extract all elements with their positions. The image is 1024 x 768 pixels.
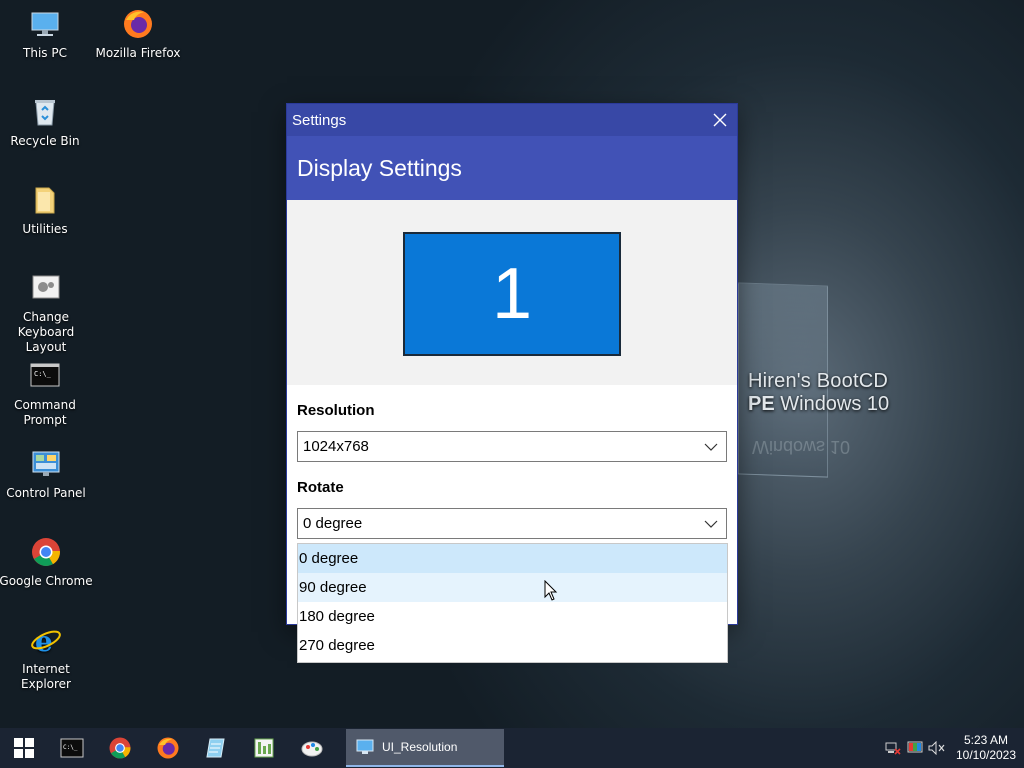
clock-date: 10/10/2023 [955,748,1017,762]
watermark-line2: PE Windows 10 [748,393,890,415]
resolution-select[interactable]: 1024x768 [297,431,727,462]
taskbar: C:\_ UI_Resolution 5:23 AM 10/10/2023 [0,728,1024,768]
rotate-value: 0 degree [303,515,363,532]
taskbar-firefox[interactable] [144,728,192,768]
svg-text:C:\_: C:\_ [63,744,78,751]
active-app-label: UI_Resolution [382,740,458,754]
internet-explorer-icon: e [31,625,61,656]
chrome-icon [109,737,131,759]
tray-display[interactable] [904,728,926,768]
rotate-option-270[interactable]: 270 degree [298,631,727,660]
network-disconnected-icon [885,742,901,755]
resolution-value: 1024x768 [303,438,369,455]
desktop-icon-label: Utilities [22,222,68,236]
taskbar-paint[interactable] [288,728,336,768]
desktop-icon-label: Recycle Bin [10,134,80,148]
rotate-option-0[interactable]: 0 degree [298,544,727,573]
mouse-cursor-icon [544,580,558,601]
spreadsheet-icon [254,738,274,758]
desktop-icon-this-pc[interactable]: This PC [0,8,93,61]
desktop-icon-keyboard-layout[interactable]: Change Keyboard Layout [0,272,94,355]
svg-text:e: e [35,625,53,656]
page-header: Display Settings [287,136,737,200]
resolution-label: Resolution [297,402,375,419]
chrome-icon [32,538,60,566]
recycle-bin-icon [35,100,55,126]
volume-muted-icon [928,741,945,755]
rotate-dropdown-list: 0 degree 90 degree 180 degree 270 degree [297,543,728,663]
desktop-icon-utilities[interactable]: Utilities [0,184,93,237]
desktop-icon-label: This PC [23,46,67,60]
folder-icon [35,187,55,214]
chevron-down-icon [704,520,718,528]
display-preview: 1 [287,200,737,385]
watermark-reflection: Windows 10 [752,437,851,457]
desktop-icon-chrome[interactable]: Google Chrome [0,536,94,589]
desktop-icon-label: Control Panel [6,486,86,500]
command-prompt-icon: C:\_ [60,738,84,758]
control-panel-icon [32,451,60,476]
color-display-icon [907,741,923,753]
chevron-down-icon [704,443,718,451]
desktop-icon-label: Internet Explorer [21,662,71,691]
rotate-label: Rotate [297,479,344,496]
desktop-icon-control-panel[interactable]: Control Panel [0,448,94,501]
paint-icon [301,741,323,757]
taskbar-clock[interactable]: 5:23 AM 10/10/2023 [948,733,1024,763]
tray-volume[interactable] [926,728,948,768]
command-prompt-icon: C:\_ [30,363,60,387]
desktop-icon-label: Change Keyboard Layout [17,310,75,354]
close-button[interactable] [707,107,733,133]
start-button[interactable] [0,728,48,768]
taskbar-notepad[interactable] [192,728,240,768]
close-icon [713,113,727,127]
taskbar-command-prompt[interactable]: C:\_ [48,728,96,768]
taskbar-chrome[interactable] [96,728,144,768]
firefox-icon [124,10,152,38]
clock-time: 5:23 AM [963,733,1009,747]
window-title: Settings [292,111,347,129]
rotate-select[interactable]: 0 degree [297,508,727,539]
desktop-icon-recycle-bin[interactable]: Recycle Bin [0,96,93,149]
start-icon [14,738,34,758]
rotate-option-90[interactable]: 90 degree [298,573,727,602]
display-settings-icon [356,739,374,754]
desktop-icon-command-prompt[interactable]: C:\_ Command Prompt [0,360,93,428]
taskbar-active-app[interactable]: UI_Resolution [346,729,504,767]
desktop-icon-internet-explorer[interactable]: e Internet Explorer [0,624,94,692]
monitor-1[interactable]: 1 [403,232,621,356]
desktop-icon-label: Mozilla Firefox [95,46,181,60]
system-tray: 5:23 AM 10/10/2023 [882,728,1024,768]
tray-network[interactable] [882,728,904,768]
wallpaper-watermark: Hiren's BootCD PE Windows 10 [748,370,889,416]
desktop-icon-label: Command Prompt [14,398,76,427]
svg-text:C:\_: C:\_ [34,370,52,378]
desktop-icon-firefox[interactable]: Mozilla Firefox [90,8,186,61]
firefox-icon [157,737,179,759]
notepad-icon [206,738,225,758]
taskbar-spreadsheet[interactable] [240,728,288,768]
this-pc-icon [31,12,59,36]
title-bar[interactable]: Settings [287,104,737,136]
desktop-icon-label: Google Chrome [0,574,93,588]
keyboard-layout-icon [32,275,60,299]
watermark-line1: Hiren's BootCD [748,370,888,392]
rotate-option-180[interactable]: 180 degree [298,602,727,631]
